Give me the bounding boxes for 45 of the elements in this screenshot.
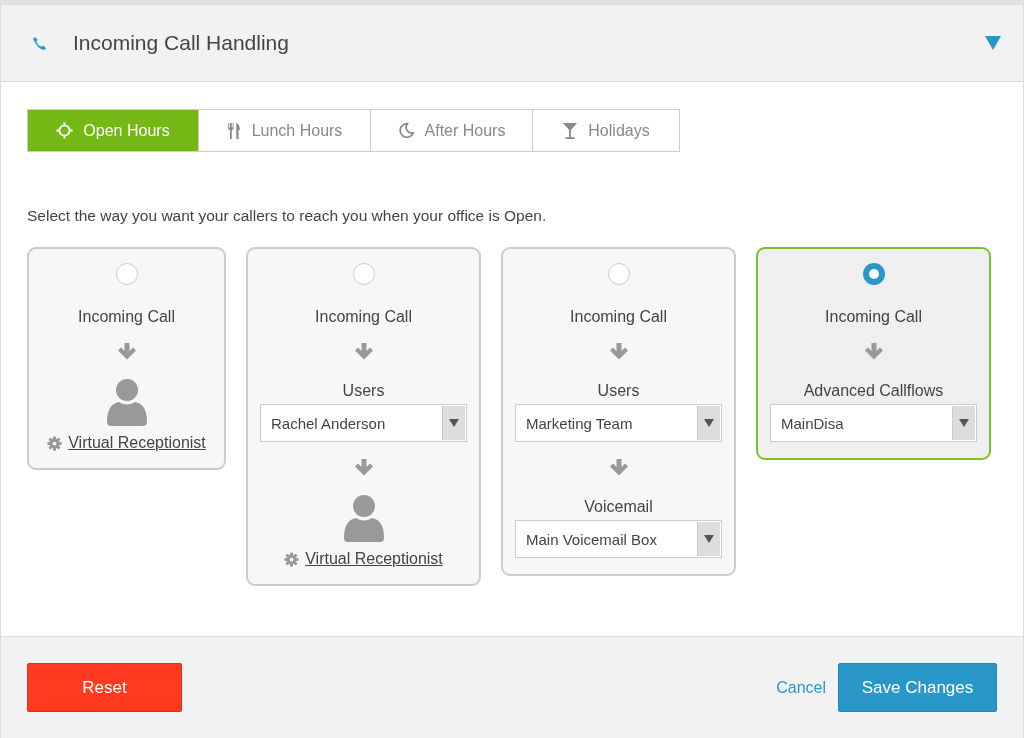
down-arrow-icon [353,342,374,362]
phone-icon [32,35,47,51]
instruction-text: Select the way you want your callers to reach you when your office is Open. [27,207,548,225]
step-label: Voicemail [584,498,653,516]
step-label: Incoming Call [825,308,922,326]
person-silhouette-icon [104,378,149,426]
dropdown-field[interactable]: Marketing Team [515,404,722,442]
step-label: Advanced Callflows [803,382,944,400]
step-label: Incoming Call [570,308,667,326]
dropdown-field[interactable]: Main Voicemail Box [515,520,722,558]
radio-button[interactable] [352,263,375,285]
fork-knife-icon [226,121,242,140]
down-arrow-icon [353,458,374,478]
radio-button[interactable] [115,263,138,285]
virtual-receptionist-link[interactable]: Virtual Receptionist [68,434,206,452]
dropdown-caret-icon [704,535,714,543]
dropdown-field[interactable]: MainDisa [770,404,977,442]
step-label: Users [597,382,640,400]
person-silhouette-icon [341,494,386,542]
reset-button[interactable]: Reset [27,663,182,712]
down-arrow-icon [608,458,629,478]
step-label: Users [342,382,385,400]
dropdown-caret-icon [449,419,459,427]
cocktail-glass-icon [562,121,579,140]
virtual-receptionist-link[interactable]: Virtual Receptionist [305,550,443,568]
step-label: Incoming Call [78,308,175,326]
dropdown-caret-icon [959,419,969,427]
gear-icon [47,435,63,451]
option-card[interactable]: Incoming Call Advanced Callflows MainDisa [756,247,991,460]
option-card[interactable]: Incoming Call Users Rachel Anderson Virtual Receptionist [246,247,481,586]
radio-button[interactable] [862,263,885,285]
sun-icon [56,122,74,139]
down-arrow-icon [608,342,629,362]
option-card[interactable]: Incoming Call Virtual Receptionist [27,247,226,470]
step-label: Incoming Call [315,308,412,326]
collapse-caret-icon[interactable] [985,36,1001,50]
panel-title: Incoming Call Handling [73,31,290,55]
down-arrow-icon [116,342,137,362]
dropdown-caret-icon [704,419,714,427]
radio-button[interactable] [607,263,630,285]
down-arrow-icon [863,342,884,362]
gear-icon [284,551,300,567]
moon-icon [397,122,415,139]
dropdown-field[interactable]: Rachel Anderson [260,404,467,442]
option-card[interactable]: Incoming Call Users Marketing Team Voicemail Main Voicemail Box [501,247,736,576]
